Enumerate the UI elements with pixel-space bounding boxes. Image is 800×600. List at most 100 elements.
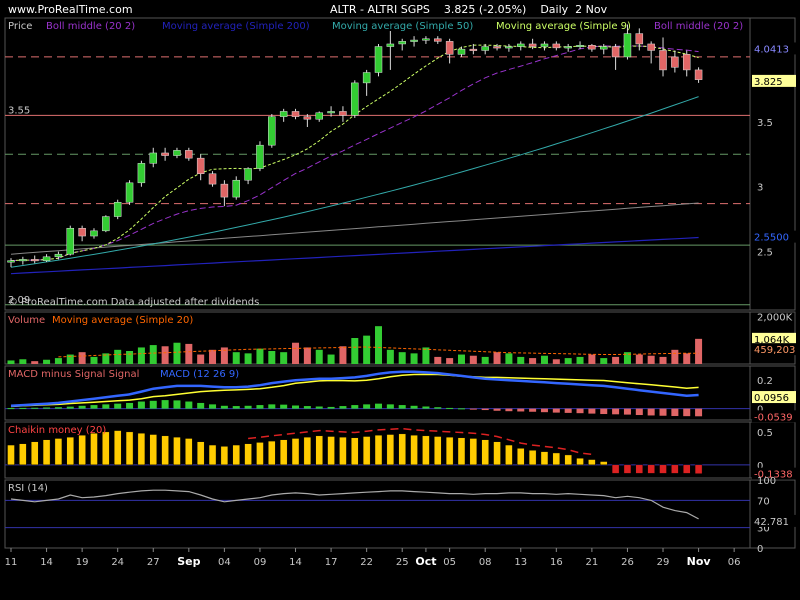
macd-hist-box: -0.0539 bbox=[754, 412, 793, 423]
chaikin-bar bbox=[185, 438, 193, 466]
volume-bar bbox=[457, 354, 465, 364]
volume-bar bbox=[315, 349, 323, 364]
candle-body bbox=[576, 45, 584, 48]
macd-hist-bar bbox=[292, 405, 300, 409]
candle-body bbox=[315, 112, 323, 120]
macd-hist-bar bbox=[659, 408, 667, 416]
candle-body bbox=[208, 173, 217, 185]
candle-body bbox=[410, 39, 418, 42]
chaikin-bar bbox=[19, 443, 27, 466]
stock-chart[interactable]: 3.553.532.52.094.04133.8252.5500© ProRea… bbox=[0, 0, 800, 600]
volume-bar bbox=[363, 335, 371, 364]
candle-body bbox=[244, 168, 252, 181]
volume-bar bbox=[268, 351, 276, 364]
candle-body bbox=[694, 69, 703, 80]
chaikin-bar bbox=[279, 439, 288, 466]
volume-bar bbox=[339, 346, 347, 364]
chaikin-bar bbox=[339, 436, 347, 466]
legend-366-0: MACD minus Signal Signal bbox=[8, 369, 139, 380]
macd-hist-bar bbox=[623, 408, 631, 415]
candle-body bbox=[113, 202, 122, 217]
candle-body bbox=[7, 260, 15, 263]
chaikin-bar bbox=[161, 435, 169, 466]
macd-hist-bar bbox=[695, 408, 703, 417]
volume-bar bbox=[78, 352, 86, 364]
chaikin-bar bbox=[125, 431, 134, 466]
macd-hist-bar bbox=[540, 408, 548, 413]
candle-body bbox=[481, 46, 489, 51]
macd-hist-bar bbox=[66, 406, 74, 409]
price-box-last: 3.825 bbox=[754, 77, 783, 88]
volume-bar bbox=[197, 354, 205, 364]
x-label-06: 06 bbox=[728, 557, 741, 568]
volume-bar bbox=[161, 346, 169, 364]
chaikin-bar bbox=[66, 436, 74, 466]
volume-bar bbox=[422, 347, 430, 364]
volume-bar bbox=[564, 358, 572, 364]
candle-body bbox=[149, 152, 158, 164]
candle-body bbox=[19, 259, 27, 262]
scale-frame-price bbox=[749, 17, 796, 311]
macd-hist-bar bbox=[398, 405, 406, 409]
volume-bar bbox=[695, 338, 703, 364]
candle-body bbox=[398, 41, 406, 45]
candle-body bbox=[362, 72, 371, 84]
candle-body bbox=[611, 46, 620, 58]
x-label-09: 09 bbox=[254, 557, 267, 568]
macd-hist-bar bbox=[481, 408, 489, 411]
candle-body bbox=[528, 43, 537, 47]
candle-body bbox=[434, 38, 442, 42]
x-label-04: 04 bbox=[218, 557, 231, 568]
volume-bar bbox=[386, 349, 394, 364]
candle-body bbox=[659, 50, 667, 71]
macd-hist-bar bbox=[410, 405, 418, 409]
legend-18-3: Moving average (Simple 50) bbox=[332, 21, 473, 32]
candle-body bbox=[137, 163, 146, 184]
volume-bar bbox=[481, 356, 489, 364]
legend-18-2: Moving average (Simple 200) bbox=[162, 21, 310, 32]
x-label-11: 11 bbox=[5, 557, 18, 568]
macd-hist-bar bbox=[244, 405, 252, 409]
chaikin-bar bbox=[457, 437, 466, 466]
chaikin-bar bbox=[173, 436, 181, 466]
macd-hist-bar bbox=[493, 408, 501, 411]
chaikin-bar bbox=[137, 433, 146, 466]
macd-tick-0: 0.2 bbox=[757, 376, 773, 387]
chaikin-bar bbox=[315, 435, 323, 466]
candle-body bbox=[457, 48, 466, 55]
ma200-line bbox=[10, 236, 699, 275]
macd-hist-bar bbox=[232, 406, 240, 409]
candle-body bbox=[279, 111, 288, 117]
volume-tick: 2,000K bbox=[757, 313, 793, 324]
candle-body bbox=[125, 182, 134, 203]
chaikin-bar bbox=[244, 443, 252, 466]
chaikin-bar bbox=[434, 436, 442, 466]
candle-body bbox=[505, 46, 513, 49]
x-label-Sep: Sep bbox=[177, 555, 200, 568]
chaikin-bar bbox=[78, 434, 86, 466]
candle-body bbox=[374, 46, 383, 73]
macd-hist-bar bbox=[375, 403, 382, 409]
candle-body bbox=[196, 157, 205, 174]
volume-bar bbox=[137, 347, 145, 364]
volume-bar bbox=[244, 353, 252, 364]
x-label-Nov: Nov bbox=[687, 555, 712, 568]
price-box-ma: 2.5500 bbox=[754, 233, 789, 244]
macd-hist-bar bbox=[588, 408, 596, 414]
rsi-tick-0: 100 bbox=[757, 476, 776, 487]
candle-body bbox=[90, 230, 98, 237]
candle-body bbox=[256, 144, 264, 169]
candle-body bbox=[30, 259, 39, 262]
chaikin-bar bbox=[54, 438, 63, 466]
macd-hist-bar bbox=[114, 403, 122, 409]
macd-hist-bar bbox=[457, 408, 465, 410]
macd-hist-bar bbox=[256, 405, 264, 409]
chaikin-bar bbox=[564, 454, 572, 466]
x-label-Oct: Oct bbox=[415, 555, 436, 568]
chaikin-bar bbox=[410, 434, 418, 466]
x-label-05: 05 bbox=[443, 557, 456, 568]
candle-body bbox=[78, 227, 86, 237]
macd-hist-bar bbox=[209, 404, 217, 409]
candle-body bbox=[671, 56, 679, 68]
candle-body bbox=[339, 111, 347, 116]
